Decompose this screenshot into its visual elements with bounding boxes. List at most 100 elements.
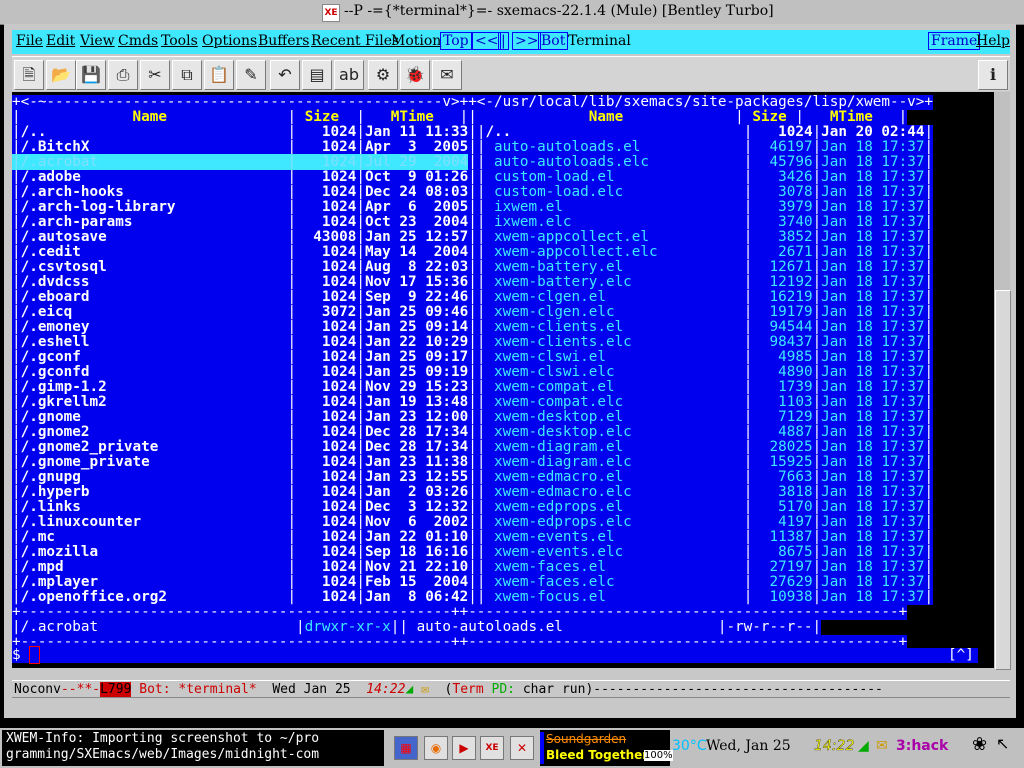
left-file-mtime[interactable]: Jan 19 13:48 (365, 394, 468, 410)
left-panel-entry[interactable]: |/.hyperb | 1024|Jan 2 03:26 (12, 484, 468, 500)
right-file-size[interactable]: 11387 (752, 529, 813, 545)
file-row[interactable]: |/.. | 1024|Jan 11 11:33||/.. | 1024|Jan… (12, 124, 934, 140)
file-row[interactable]: |/.eshell | 1024|Jan 22 10:29|| xwem-cli… (12, 334, 934, 350)
left-panel-entry[interactable]: |/.gconfd | 1024|Jan 25 09:19 (12, 364, 468, 380)
file-row[interactable]: |/.eicq | 3072|Jan 25 09:46|| xwem-clgen… (12, 304, 934, 320)
file-row[interactable]: |/.gnome2 | 1024|Dec 28 17:34|| xwem-des… (12, 424, 934, 440)
right-file-name[interactable]: /.. (485, 124, 743, 140)
right-file-mtime[interactable]: Jan 18 17:37 (821, 529, 924, 545)
history-button[interactable]: [^] (948, 648, 974, 663)
right-file-size[interactable]: 94544 (752, 319, 813, 335)
save-icon[interactable]: 💾 (76, 60, 106, 90)
nav-top-button[interactable]: Top (440, 32, 472, 50)
left-file-mtime[interactable]: Apr 6 2005 (365, 199, 468, 215)
workspace-indicator[interactable]: 3:hack (896, 738, 948, 754)
left-file-mtime[interactable]: Feb 15 2004 (365, 574, 468, 590)
menu-frame[interactable]: Frame (928, 32, 981, 50)
left-panel-entry[interactable]: |/.autosave | 43008|Jan 25 12:57 (12, 229, 468, 245)
menu-motion[interactable]: Motion (391, 33, 441, 49)
right-file-name[interactable]: ixwem.elc (485, 214, 743, 230)
right-file-mtime[interactable]: Jan 18 17:37 (821, 304, 924, 320)
left-panel-entry[interactable]: |/.eicq | 3072|Jan 25 09:46 (12, 304, 468, 320)
left-file-name[interactable]: /.arch-hooks (21, 184, 288, 200)
left-panel-entry[interactable]: |/.mpd | 1024|Nov 21 22:10 (12, 559, 468, 575)
left-file-name[interactable]: /.dvdcss (21, 274, 288, 290)
left-file-name[interactable]: /.gconfd (21, 364, 288, 380)
left-panel-entry[interactable]: |/.adobe | 1024|Oct 9 01:26 (12, 169, 468, 185)
left-file-name[interactable]: /.emoney (21, 319, 288, 335)
left-file-mtime[interactable]: Nov 21 22:10 (365, 559, 468, 575)
scrollbar-thumb[interactable] (995, 290, 1011, 670)
menu-options[interactable]: Options (202, 33, 257, 49)
window-list-icon[interactable]: ▦ (394, 736, 418, 760)
left-file-size[interactable]: 1024 (296, 379, 356, 395)
right-file-size[interactable]: 3818 (752, 484, 812, 500)
file-row[interactable]: |/.linuxcounter | 1024|Nov 6 2002|| xwem… (12, 514, 934, 530)
right-file-mtime[interactable]: Jan 18 17:37 (821, 589, 924, 605)
right-file-name[interactable]: auto-autoloads.el (485, 139, 743, 155)
left-file-size[interactable]: 1024 (296, 214, 356, 230)
menu-buffers[interactable]: Buffers (258, 33, 309, 49)
open-folder-icon[interactable]: 📂 (46, 60, 76, 90)
right-file-name[interactable]: xwem-clgen.elc (485, 304, 743, 320)
left-file-mtime[interactable]: Jan 22 10:29 (365, 334, 468, 350)
left-file-size[interactable]: 1024 (296, 439, 356, 455)
right-file-size[interactable]: 3078 (752, 184, 812, 200)
menu-cmds[interactable]: Cmds (118, 33, 158, 49)
right-file-mtime[interactable]: Jan 18 17:37 (821, 379, 924, 395)
info-icon[interactable]: i (978, 60, 1008, 90)
left-file-name[interactable]: /.eboard (21, 289, 288, 305)
window-title-bar[interactable]: XE --P -={*terminal*}=- sxemacs-22.1.4 (… (0, 0, 1024, 25)
file-row[interactable]: |/.gconfd | 1024|Jan 25 09:19|| xwem-cls… (12, 364, 934, 380)
flower-icon[interactable]: ❀ (972, 734, 987, 755)
right-file-size[interactable]: 45796 (752, 154, 813, 170)
left-file-size[interactable]: 1024 (296, 154, 356, 170)
right-file-name[interactable]: xwem-edprops.el (485, 499, 743, 515)
file-row[interactable]: |/.arch-params | 1024|Oct 23 2004|| ixwe… (12, 214, 934, 230)
left-file-mtime[interactable]: Jan 25 09:14 (365, 319, 468, 335)
left-panel-entry[interactable]: |/.openoffice.org2 | 1024|Jan 8 06:42 (12, 589, 468, 605)
right-file-name[interactable]: xwem-battery.elc (485, 274, 743, 290)
menu-help[interactable]: Help (976, 33, 1010, 49)
left-file-mtime[interactable]: Jan 23 12:00 (365, 409, 468, 425)
left-file-size[interactable]: 1024 (296, 469, 356, 485)
left-file-name[interactable]: /.arch-log-library (21, 199, 288, 215)
left-file-name[interactable]: /.hyperb (21, 484, 288, 500)
right-file-name[interactable]: custom-load.elc (485, 184, 743, 200)
left-panel-entry[interactable]: |/.csvtosql | 1024|Aug 8 22:03 (12, 259, 468, 275)
left-file-mtime[interactable]: Dec 24 08:03 (365, 184, 468, 200)
left-file-name[interactable]: /.openoffice.org2 (21, 589, 288, 605)
right-file-mtime[interactable]: Jan 18 17:37 (821, 364, 924, 380)
right-file-mtime[interactable]: Jan 18 17:37 (821, 394, 924, 410)
left-file-size[interactable]: 1024 (296, 259, 356, 275)
left-file-name[interactable]: /.cedit (21, 244, 288, 260)
file-row[interactable]: |/.gkrellm2 | 1024|Jan 19 13:48|| xwem-c… (12, 394, 934, 410)
left-file-mtime[interactable]: Dec 3 12:32 (365, 499, 468, 515)
left-panel-entry[interactable]: |/.gnome2 | 1024|Dec 28 17:34 (12, 424, 468, 440)
left-file-size[interactable]: 1024 (296, 394, 356, 410)
left-file-mtime[interactable]: Jan 23 11:38 (365, 454, 468, 470)
right-file-name[interactable]: xwem-clgen.el (485, 289, 743, 305)
debug-icon[interactable]: 🐞 (400, 60, 430, 90)
right-file-mtime[interactable]: Jan 18 17:37 (821, 409, 924, 425)
left-file-mtime[interactable]: Nov 29 15:23 (365, 379, 468, 395)
left-panel-entry[interactable]: |/.arch-params | 1024|Oct 23 2004 (12, 214, 468, 230)
file-row[interactable]: |/.cedit | 1024|May 14 2004|| xwem-appco… (12, 244, 934, 260)
file-row[interactable]: |/.gnome | 1024|Jan 23 12:00|| xwem-desk… (12, 409, 934, 425)
right-file-size[interactable]: 4890 (752, 364, 812, 380)
right-file-mtime[interactable]: Jan 18 17:37 (821, 514, 924, 530)
left-col-name[interactable]: Name (133, 109, 167, 125)
file-row[interactable]: |/.csvtosql | 1024|Aug 8 22:03|| xwem-ba… (12, 259, 934, 275)
right-file-size[interactable]: 19179 (752, 304, 813, 320)
left-panel-entry[interactable]: |/.arch-hooks | 1024|Dec 24 08:03 (12, 184, 468, 200)
close-icon[interactable]: ✕ (510, 736, 534, 760)
right-file-name[interactable]: xwem-faces.elc (485, 574, 743, 590)
left-panel-entry[interactable]: |/.emoney | 1024|Jan 25 09:14 (12, 319, 468, 335)
left-file-mtime[interactable]: Jan 23 12:55 (365, 469, 468, 485)
right-file-name[interactable]: xwem-events.el (485, 529, 743, 545)
left-file-size[interactable]: 1024 (296, 559, 356, 575)
right-file-mtime[interactable]: Jan 18 17:37 (821, 289, 924, 305)
right-file-name[interactable]: xwem-diagram.el (485, 439, 743, 455)
right-file-mtime[interactable]: Jan 18 17:37 (821, 259, 924, 275)
left-panel-entry[interactable]: |/.gnome | 1024|Jan 23 12:00 (12, 409, 468, 425)
